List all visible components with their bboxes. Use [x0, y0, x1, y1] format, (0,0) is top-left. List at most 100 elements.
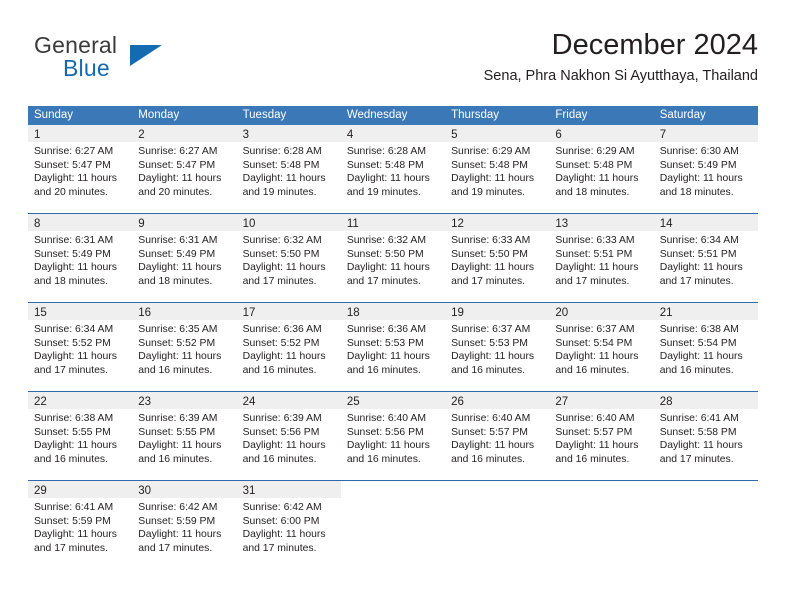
sunrise-text: Sunrise: 6:37 AM	[555, 324, 635, 335]
calendar-day-cell[interactable]: 21 Sunrise: 6:38 AM Sunset: 5:54 PM Dayligh…	[653, 303, 758, 391]
daylight-text-line2: and 18 minutes.	[659, 186, 734, 198]
calendar-day-cell[interactable]: 11 Sunrise: 6:32 AM Sunset: 5:50 PM Dayligh…	[340, 214, 446, 302]
sunrise-text: Sunrise: 6:36 AM	[242, 324, 322, 335]
day-number: 26	[451, 396, 464, 408]
daylight-text-line1: Daylight: 11 hours	[451, 173, 535, 185]
sunset-text: Sunset: 5:49 PM	[659, 159, 737, 171]
sunrise-text: Sunrise: 6:27 AM	[34, 146, 114, 157]
daylight-text-line2: and 17 minutes.	[659, 275, 734, 287]
daylight-text-line2: and 19 minutes.	[242, 186, 317, 198]
weekday-thursday: Thursday	[451, 109, 500, 121]
weekday-saturday: Saturday	[659, 109, 706, 121]
calendar-day-cell[interactable]: 7 Sunrise: 6:30 AM Sunset: 5:49 PM Daylight…	[653, 125, 758, 213]
daylight-text-line2: and 16 minutes.	[555, 364, 630, 376]
weekday-wednesday: Wednesday	[346, 109, 408, 121]
day-details: Sunrise: 6:27 AM Sunset: 5:47 PM Daylight:…	[28, 142, 132, 199]
daylight-text-line1: Daylight: 11 hours	[242, 529, 326, 541]
day-details: Sunrise: 6:31 AM Sunset: 5:49 PM Daylight:…	[132, 231, 236, 288]
sunset-text: Sunset: 5:59 PM	[138, 515, 216, 527]
daylight-text-line2: and 16 minutes.	[346, 364, 421, 376]
day-number-band: 31	[236, 481, 341, 498]
daylight-text-line2: and 16 minutes.	[659, 364, 734, 376]
generalblue-logo[interactable]: General Blue	[34, 32, 234, 92]
day-number-band: 2	[132, 125, 237, 142]
day-details: Sunrise: 6:40 AM Sunset: 5:57 PM Daylight:…	[445, 409, 549, 466]
calendar-day-cell[interactable]: 19 Sunrise: 6:37 AM Sunset: 5:53 PM Dayligh…	[445, 303, 550, 391]
day-number-band: 24	[236, 392, 341, 409]
sunset-text: Sunset: 5:52 PM	[34, 337, 111, 349]
daylight-text-line2: and 17 minutes.	[34, 364, 108, 376]
sunrise-text: Sunrise: 6:33 AM	[451, 235, 531, 246]
day-number-band: 15	[28, 303, 133, 320]
daylight-text-line1: Daylight: 11 hours	[555, 440, 639, 452]
calendar-day-cell[interactable]: 22 Sunrise: 6:38 AM Sunset: 5:55 PM Dayligh…	[28, 392, 133, 480]
weekday-header-row: Sunday Monday Tuesday Wednesday Thursday…	[28, 106, 758, 125]
daylight-text-line2: and 16 minutes.	[451, 364, 526, 376]
daylight-text-line2: and 17 minutes.	[659, 453, 734, 465]
day-number: 15	[34, 307, 47, 319]
calendar-day-cell[interactable]: 6 Sunrise: 6:29 AM Sunset: 5:48 PM Daylight…	[549, 125, 654, 213]
sunrise-text: Sunrise: 6:39 AM	[138, 413, 218, 424]
daylight-text-line1: Daylight: 11 hours	[346, 173, 430, 185]
calendar-day-cell[interactable]: 30 Sunrise: 6:42 AM Sunset: 5:59 PM Dayligh…	[132, 481, 237, 569]
daylight-text-line1: Daylight: 11 hours	[659, 351, 743, 363]
daylight-text-line2: and 16 minutes.	[242, 364, 317, 376]
sunset-text: Sunset: 5:50 PM	[242, 248, 320, 260]
calendar-weeks: 1 Sunrise: 6:27 AM Sunset: 5:47 PM Daylight…	[28, 125, 758, 569]
calendar-day-cell[interactable]: 31 Sunrise: 6:42 AM Sunset: 6:00 PM Dayligh…	[236, 481, 341, 569]
calendar-day-cell[interactable]: 12 Sunrise: 6:33 AM Sunset: 5:50 PM Dayligh…	[445, 214, 550, 302]
daylight-text-line1: Daylight: 11 hours	[138, 262, 222, 274]
calendar-week-row: 1 Sunrise: 6:27 AM Sunset: 5:47 PM Daylight…	[28, 125, 758, 213]
sunrise-text: Sunrise: 6:32 AM	[242, 235, 322, 246]
calendar-day-cell[interactable]: 18 Sunrise: 6:36 AM Sunset: 5:53 PM Dayligh…	[340, 303, 446, 391]
calendar-day-cell[interactable]: 23 Sunrise: 6:39 AM Sunset: 5:55 PM Dayligh…	[132, 392, 237, 480]
day-number-band: 30	[132, 481, 237, 498]
calendar-day-cell[interactable]: 20 Sunrise: 6:37 AM Sunset: 5:54 PM Dayligh…	[549, 303, 654, 391]
calendar-day-cell[interactable]: 8 Sunrise: 6:31 AM Sunset: 5:49 PM Daylight…	[28, 214, 133, 302]
day-details: Sunrise: 6:37 AM Sunset: 5:53 PM Daylight:…	[445, 320, 549, 377]
calendar-day-cell[interactable]: 13 Sunrise: 6:33 AM Sunset: 5:51 PM Dayligh…	[549, 214, 654, 302]
calendar-day-cell[interactable]: 2 Sunrise: 6:27 AM Sunset: 5:47 PM Daylight…	[132, 125, 237, 213]
daylight-text-line1: Daylight: 11 hours	[451, 351, 535, 363]
day-number-band	[341, 481, 445, 498]
day-number-band: 11	[340, 214, 446, 231]
sunrise-text: Sunrise: 6:38 AM	[659, 324, 739, 335]
calendar-day-cell[interactable]: 16 Sunrise: 6:35 AM Sunset: 5:52 PM Dayligh…	[132, 303, 237, 391]
day-number-band: 26	[445, 392, 550, 409]
calendar-day-cell[interactable]: 29 Sunrise: 6:41 AM Sunset: 5:59 PM Dayligh…	[28, 481, 133, 569]
calendar-day-cell[interactable]: 28 Sunrise: 6:41 AM Sunset: 5:58 PM Dayligh…	[653, 392, 758, 480]
sunset-text: Sunset: 5:56 PM	[242, 426, 320, 438]
daylight-text-line2: and 20 minutes.	[34, 186, 108, 198]
calendar-day-cell[interactable]: 15 Sunrise: 6:34 AM Sunset: 5:52 PM Dayligh…	[28, 303, 133, 391]
calendar-day-cell[interactable]: 25 Sunrise: 6:40 AM Sunset: 5:56 PM Dayligh…	[340, 392, 446, 480]
calendar-week-row: 15 Sunrise: 6:34 AM Sunset: 5:52 PM Dayligh…	[28, 302, 758, 391]
calendar-day-cell[interactable]: 9 Sunrise: 6:31 AM Sunset: 5:49 PM Daylight…	[132, 214, 237, 302]
day-number-band: 25	[340, 392, 446, 409]
calendar-day-cell[interactable]: 24 Sunrise: 6:39 AM Sunset: 5:56 PM Dayligh…	[236, 392, 341, 480]
sunrise-text: Sunrise: 6:39 AM	[242, 413, 322, 424]
daylight-text-line1: Daylight: 11 hours	[138, 173, 222, 185]
calendar-day-cell[interactable]: 17 Sunrise: 6:36 AM Sunset: 5:52 PM Dayligh…	[236, 303, 341, 391]
day-number-band: 20	[549, 303, 654, 320]
daylight-text-line2: and 19 minutes.	[346, 186, 421, 198]
day-number: 20	[555, 307, 569, 319]
day-details: Sunrise: 6:31 AM Sunset: 5:49 PM Daylight:…	[28, 231, 132, 288]
calendar-day-cell[interactable]: 26 Sunrise: 6:40 AM Sunset: 5:57 PM Dayligh…	[445, 392, 550, 480]
calendar-day-cell[interactable]: 4 Sunrise: 6:28 AM Sunset: 5:48 PM Daylight…	[340, 125, 446, 213]
calendar-day-cell[interactable]: 14 Sunrise: 6:34 AM Sunset: 5:51 PM Dayligh…	[653, 214, 758, 302]
sunset-text: Sunset: 5:51 PM	[659, 248, 737, 260]
sunset-text: Sunset: 5:48 PM	[451, 159, 528, 171]
calendar-day-cell[interactable]: 5 Sunrise: 6:29 AM Sunset: 5:48 PM Daylight…	[445, 125, 550, 213]
daylight-text-line2: and 20 minutes.	[138, 186, 213, 198]
day-number: 19	[451, 307, 464, 319]
daylight-text-line1: Daylight: 11 hours	[451, 262, 535, 274]
sunrise-text: Sunrise: 6:34 AM	[659, 235, 739, 246]
day-number: 14	[659, 218, 673, 230]
calendar-day-cell[interactable]: 1 Sunrise: 6:27 AM Sunset: 5:47 PM Daylight…	[28, 125, 133, 213]
calendar-day-cell[interactable]: 27 Sunrise: 6:40 AM Sunset: 5:57 PM Dayligh…	[549, 392, 654, 480]
calendar-day-cell[interactable]: 3 Sunrise: 6:28 AM Sunset: 5:48 PM Daylight…	[236, 125, 341, 213]
calendar-day-cell[interactable]: 10 Sunrise: 6:32 AM Sunset: 5:50 PM Dayligh…	[236, 214, 341, 302]
sunrise-text: Sunrise: 6:35 AM	[138, 324, 218, 335]
daylight-text-line2: and 17 minutes.	[555, 275, 630, 287]
daylight-text-line1: Daylight: 11 hours	[346, 262, 430, 274]
